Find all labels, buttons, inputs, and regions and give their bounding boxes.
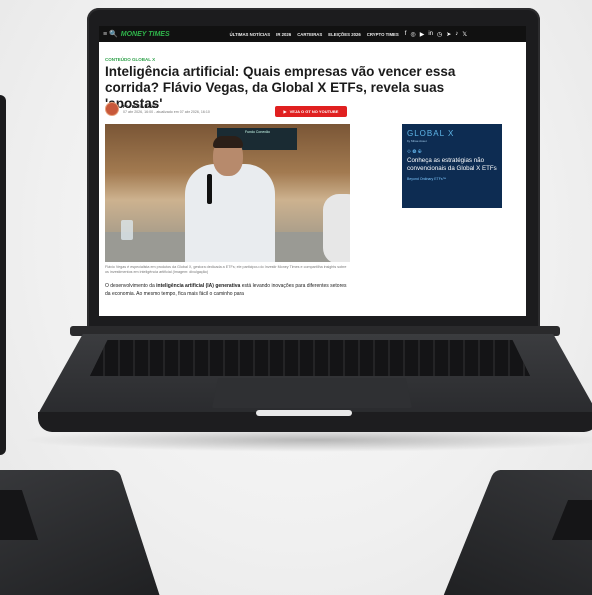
ad-subtitle: Beyond Ordinary ETFs™ bbox=[407, 177, 447, 181]
nav-link-carteiras[interactable]: CARTEIRAS bbox=[297, 32, 322, 37]
youtube-button-label: VEJA O GT NO YOUTUBE bbox=[289, 109, 339, 114]
global-x-ad[interactable]: GLOBAL X by Mirae Asset ⟐ ◍ ⊕ Conheça as… bbox=[402, 124, 502, 208]
glass bbox=[121, 220, 133, 240]
whatsapp-icon[interactable]: ◷ bbox=[437, 31, 442, 38]
site-logo[interactable]: MONEY TIMES bbox=[121, 31, 170, 38]
social-icons: f ◎ ▶ in ◷ ➤ ♪ 𝕏 bbox=[405, 31, 467, 38]
facebook-icon[interactable]: f bbox=[405, 31, 407, 38]
laptop-keyboard bbox=[90, 340, 530, 376]
left-laptop-screen bbox=[0, 95, 6, 455]
ad-logo-sub: by Mirae Asset bbox=[407, 139, 427, 143]
article-date: 07 abr 2026, 16:00 - atualizado em 07 ab… bbox=[123, 110, 210, 114]
ad-icons: ⟐ ◍ ⊕ bbox=[407, 149, 422, 155]
speaker-hair bbox=[213, 136, 243, 148]
laptop-screen: ≡ 🔍 MONEY TIMES ÚLTIMAS NOTÍCIAS IR 2026… bbox=[99, 26, 526, 316]
nav-link-ultimas[interactable]: ÚLTIMAS NOTÍCIAS bbox=[230, 32, 271, 37]
linkedin-icon[interactable]: in bbox=[428, 31, 433, 38]
ad-title: Conheça as estratégias não convencionais… bbox=[407, 157, 497, 172]
author-avatar[interactable] bbox=[105, 102, 119, 116]
nav-link-eleicoes[interactable]: ELEIÇÕES 2026 bbox=[328, 32, 360, 37]
youtube-icon: ▶ bbox=[283, 109, 287, 114]
laptop-trackpad bbox=[212, 378, 412, 408]
laptop-front-highlight bbox=[256, 410, 352, 416]
article-body: O desenvolvimento da inteligência artifi… bbox=[105, 282, 350, 298]
menu-search-icons[interactable]: ≡ 🔍 bbox=[103, 30, 118, 38]
article-photo: Fundo Conexão bbox=[105, 124, 350, 262]
author-row: Por Boris Bellini 07 abr 2026, 16:00 - a… bbox=[105, 102, 210, 116]
article-kicker[interactable]: CONTEÚDO GLOBAL X bbox=[105, 57, 155, 62]
nav-links: ÚLTIMAS NOTÍCIAS IR 2026 CARTEIRAS ELEIÇ… bbox=[230, 32, 399, 37]
speaker-body bbox=[185, 164, 275, 262]
author-name[interactable]: Por Boris Bellini bbox=[123, 104, 210, 109]
tv-text: Fundo Conexão bbox=[245, 130, 270, 134]
side-person bbox=[323, 194, 350, 262]
photo-caption: Flávio Vegas é especialista em produtos … bbox=[105, 265, 347, 274]
photo-scene: ≡ 🔍 MONEY TIMES ÚLTIMAS NOTÍCIAS IR 2026… bbox=[0, 0, 592, 595]
ad-logo: GLOBAL X bbox=[407, 129, 455, 138]
microphone bbox=[207, 174, 212, 204]
x-icon[interactable]: 𝕏 bbox=[462, 31, 467, 38]
youtube-button[interactable]: ▶ VEJA O GT NO YOUTUBE bbox=[275, 106, 347, 117]
instagram-icon[interactable]: ◎ bbox=[410, 31, 415, 38]
body-bold: inteligência artificial (IA) generativa bbox=[156, 283, 241, 289]
site-navbar: ≡ 🔍 MONEY TIMES ÚLTIMAS NOTÍCIAS IR 2026… bbox=[99, 26, 526, 42]
telegram-icon[interactable]: ➤ bbox=[446, 31, 451, 38]
body-intro: O desenvolvimento da bbox=[105, 283, 157, 289]
nav-link-ir[interactable]: IR 2026 bbox=[276, 32, 291, 37]
youtube-icon[interactable]: ▶ bbox=[420, 31, 425, 38]
tiktok-icon[interactable]: ♪ bbox=[455, 31, 458, 38]
nav-link-crypto[interactable]: CRYPTO TIMES bbox=[367, 32, 399, 37]
